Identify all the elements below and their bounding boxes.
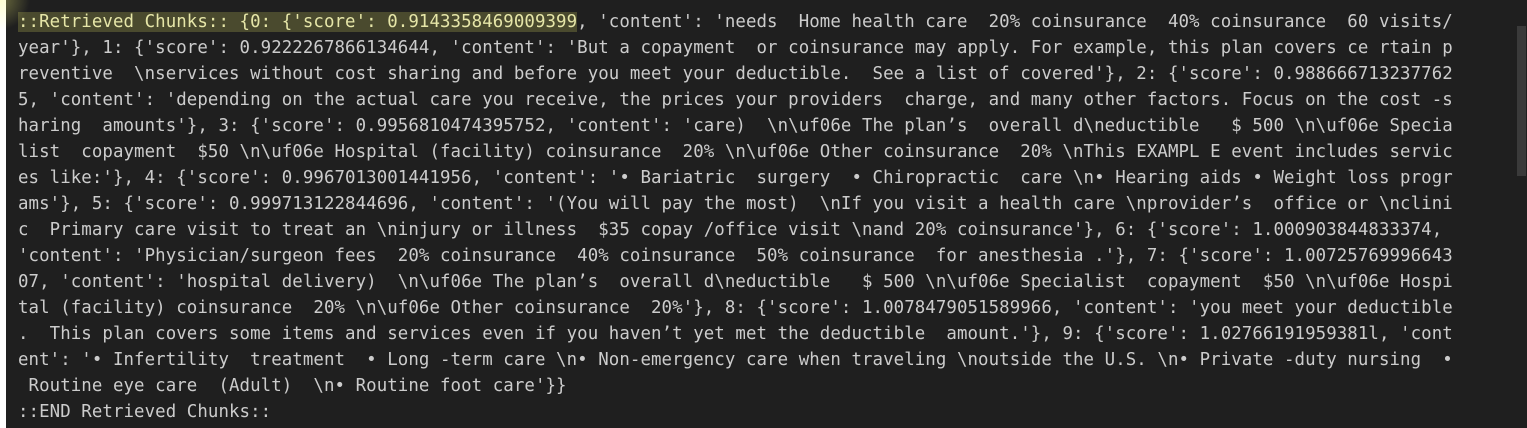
output-line-13: . This plan covers some items and servic… <box>18 324 1453 344</box>
terminal-window: ::Retrieved Chunks:: {0: {'score': 0.914… <box>0 0 1527 428</box>
output-line-7: es like:'}, 4: {'score': 0.9967013001441… <box>18 168 1453 188</box>
output-line-14: ent': '• Infertility treatment • Long -t… <box>18 350 1453 370</box>
output-line-1-post: , 'content': 'needs Home health care 20%… <box>577 12 1453 32</box>
output-line-10: 'content': 'Physician/surgeon fees 20% c… <box>18 246 1453 266</box>
output-line-9: c Primary care visit to treat an \ninjur… <box>18 220 1443 240</box>
output-line-2: year'}, 1: {'score': 0.9222267866134644,… <box>18 38 1453 58</box>
output-line-11: 07, 'content': 'hospital delivery) \n\uf… <box>18 272 1453 292</box>
output-line-4: 5, 'content': 'depending on the actual c… <box>18 90 1453 110</box>
output-line-8: ams'}, 5: {'score': 0.999713122844696, '… <box>18 194 1453 214</box>
output-line-5: haring amounts'}, 3: {'score': 0.9956810… <box>18 116 1453 136</box>
scrollbar-thumb[interactable] <box>1517 26 1526 176</box>
output-line-15: Routine eye care (Adult) \n• Routine foo… <box>18 376 567 396</box>
output-line-12: tal (facility) coinsurance 20% \n\uf06e … <box>18 298 1453 318</box>
output-line-1: ::Retrieved Chunks:: {0: {'score': 0.914… <box>18 9 1515 35</box>
selection-highlight: ::Retrieved Chunks:: {0: {'score': 0.914… <box>18 12 578 32</box>
terminal-output[interactable]: ::Retrieved Chunks:: {0: {'score': 0.914… <box>6 0 1515 428</box>
output-line-3: reventive \nservices without cost sharin… <box>18 64 1453 84</box>
output-line-16: ::END Retrieved Chunks:: <box>18 402 272 422</box>
output-line-6: list copayment $50 \n\uf06e Hospital (fa… <box>18 142 1453 162</box>
